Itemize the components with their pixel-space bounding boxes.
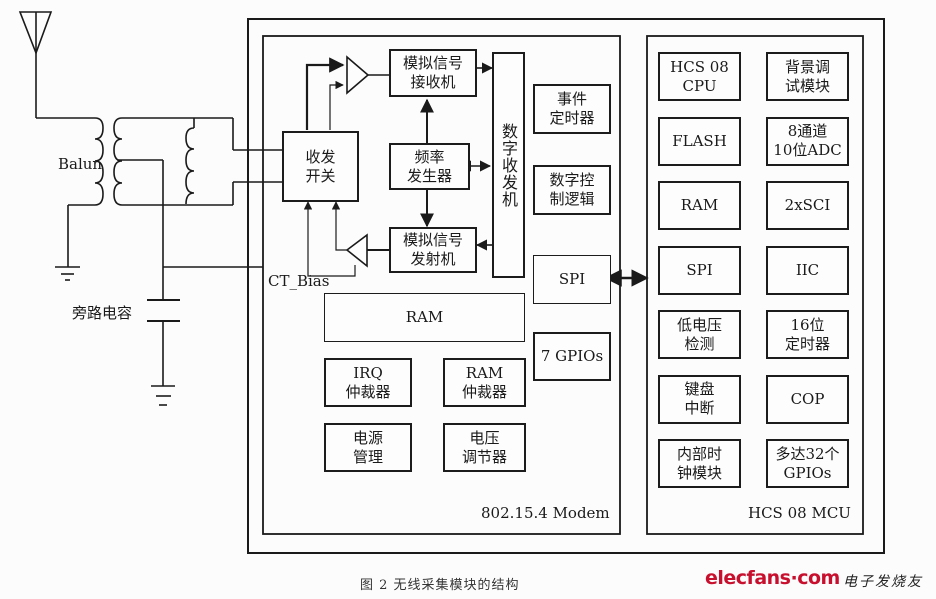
ground-icon [55, 266, 80, 281]
mcu-block: SPI [658, 245, 741, 295]
analog-transmitter-block: 模拟信号 发射机 [389, 227, 477, 273]
mcu-block: COP [766, 374, 849, 424]
mcu-block: 键盘 中断 [658, 374, 741, 424]
ram-arbiter-block: RAM 仲裁器 [443, 358, 526, 407]
bypass-capacitor-icon [147, 299, 180, 322]
mcu-block: FLASH [658, 116, 741, 166]
mcu-block: HCS 08 CPU [658, 52, 741, 101]
mcu-title: HCS 08 MCU [748, 504, 851, 522]
watermark-logo: elecfans·com [705, 567, 840, 589]
mcu-block: 2xSCI [766, 181, 849, 230]
voltage-regulator-block: 电压 调节器 [443, 423, 526, 472]
tr-switch-block: 收发 开关 [282, 131, 359, 202]
power-management-block: 电源 管理 [324, 423, 412, 472]
shunt-coil [185, 127, 195, 205]
watermark-cn: 电子发烧友 [843, 574, 923, 590]
mcu-block: 8通道 10位ADC [766, 116, 849, 166]
digital-control-logic-block: 数字控 制逻辑 [533, 165, 611, 215]
mcu-block: RAM [658, 181, 741, 230]
diagram-canvas: Balun 旁路电容 CT_Bias 收发 开关 模拟信号 接收机 频率 发生器… [0, 0, 936, 599]
balun-secondary-coil [113, 117, 123, 206]
digital-transceiver-block: 数字收发机 [492, 52, 525, 278]
irq-arbiter-block: IRQ 仲裁器 [324, 358, 412, 407]
balun-label: Balun [58, 155, 103, 173]
pa-amplifier-icon [345, 233, 368, 268]
mcu-block: 背景调 试模块 [766, 52, 849, 101]
modem-gpios-block: 7 GPIOs [533, 332, 611, 381]
digital-transceiver-label: 数字收发机 [499, 122, 518, 208]
mcu-block: 多达32个 GPIOs [766, 439, 849, 488]
mcu-block: IIC [766, 245, 849, 295]
mcu-block: 低电压 检测 [658, 310, 741, 359]
event-timer-block: 事件 定时器 [533, 84, 611, 134]
mcu-block: 16位 定时器 [766, 310, 849, 359]
mcu-block: 内部时 钟模块 [658, 439, 741, 488]
bypass-capacitor-label: 旁路电容 [72, 304, 133, 323]
modem-title: 802.15.4 Modem [481, 504, 610, 522]
modem-spi-block: SPI [533, 255, 611, 304]
ground-icon [151, 385, 175, 406]
modem-ram-block: RAM [324, 293, 525, 342]
analog-receiver-block: 模拟信号 接收机 [389, 49, 477, 97]
figure-caption: 图 2 无线采集模块的结构 [360, 578, 520, 593]
frequency-generator-block: 频率 发生器 [389, 143, 470, 190]
lna-amplifier-icon [346, 55, 370, 95]
ct-bias-label: CT_Bias [268, 272, 330, 290]
